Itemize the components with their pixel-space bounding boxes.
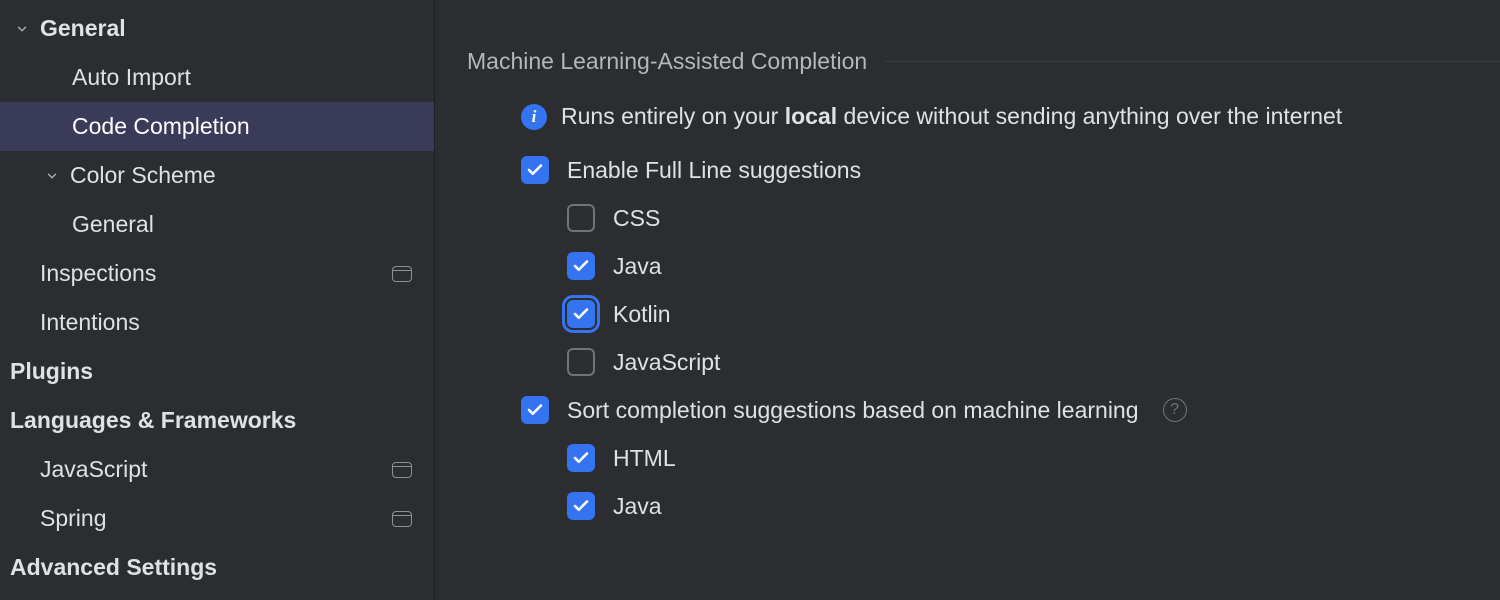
- sort-completion-row[interactable]: Sort completion suggestions based on mac…: [467, 396, 1500, 424]
- section-title: Machine Learning-Assisted Completion: [467, 48, 867, 75]
- sidebar-item-intentions[interactable]: Intentions: [0, 298, 434, 347]
- checkbox-css[interactable]: [567, 204, 595, 232]
- sidebar-item-code-completion[interactable]: Code Completion: [0, 102, 434, 151]
- checkbox-label: Kotlin: [613, 301, 671, 328]
- info-suffix: device without sending anything over the…: [837, 103, 1342, 129]
- settings-sidebar: General Auto Import Code Completion Color S…: [0, 0, 435, 600]
- sidebar-item-inspections[interactable]: Inspections: [0, 249, 434, 298]
- chevron-down-icon[interactable]: [10, 17, 34, 41]
- sidebar-item-label: Inspections: [40, 260, 156, 287]
- enable-full-line-row[interactable]: Enable Full Line suggestions: [467, 156, 1500, 184]
- sidebar-item-advanced-settings[interactable]: Advanced Settings: [0, 543, 434, 592]
- settings-content: Machine Learning-Assisted Completion i R…: [435, 0, 1500, 600]
- sidebar-item-label: General: [72, 211, 154, 238]
- info-prefix: Runs entirely on your: [561, 103, 785, 129]
- separate-window-icon[interactable]: [392, 462, 412, 478]
- info-row: i Runs entirely on your local device wit…: [467, 103, 1500, 130]
- checkbox-label: JavaScript: [613, 349, 720, 376]
- checkbox-label: Sort completion suggestions based on mac…: [567, 397, 1139, 424]
- separate-window-icon[interactable]: [392, 511, 412, 527]
- sidebar-item-auto-import[interactable]: Auto Import: [0, 53, 434, 102]
- sidebar-item-label: Languages & Frameworks: [10, 407, 296, 434]
- checkbox-java[interactable]: [567, 252, 595, 280]
- info-icon: i: [521, 104, 547, 130]
- checkbox-enable-full-line[interactable]: [521, 156, 549, 184]
- sidebar-item-label: Auto Import: [72, 64, 191, 91]
- checkbox-kotlin[interactable]: [567, 300, 595, 328]
- sidebar-item-plugins[interactable]: Plugins: [0, 347, 434, 396]
- checkbox-label: Java: [613, 253, 662, 280]
- sort-lang-row-html[interactable]: HTML: [467, 444, 1500, 472]
- sidebar-item-label: Plugins: [10, 358, 93, 385]
- sidebar-item-label: Spring: [40, 505, 106, 532]
- info-text: Runs entirely on your local device witho…: [561, 103, 1342, 130]
- help-icon[interactable]: ?: [1163, 398, 1187, 422]
- lang-row-javascript[interactable]: JavaScript: [467, 348, 1500, 376]
- sidebar-item-javascript[interactable]: JavaScript: [0, 445, 434, 494]
- sidebar-item-general[interactable]: General: [0, 4, 434, 53]
- checkbox-sort-completion[interactable]: [521, 396, 549, 424]
- section-header: Machine Learning-Assisted Completion: [467, 48, 1500, 75]
- separate-window-icon[interactable]: [392, 266, 412, 282]
- chevron-down-icon[interactable]: [40, 164, 64, 188]
- sidebar-item-label: Advanced Settings: [10, 554, 217, 581]
- lang-row-css[interactable]: CSS: [467, 204, 1500, 232]
- sidebar-item-label: JavaScript: [40, 456, 147, 483]
- info-bold: local: [785, 103, 837, 129]
- lang-row-kotlin[interactable]: Kotlin: [467, 300, 1500, 328]
- checkbox-sort-html[interactable]: [567, 444, 595, 472]
- sidebar-item-color-scheme[interactable]: Color Scheme: [0, 151, 434, 200]
- sidebar-item-languages-frameworks[interactable]: Languages & Frameworks: [0, 396, 434, 445]
- sidebar-item-label: Intentions: [40, 309, 140, 336]
- sidebar-item-label: Code Completion: [72, 113, 250, 140]
- checkbox-sort-java[interactable]: [567, 492, 595, 520]
- checkbox-javascript[interactable]: [567, 348, 595, 376]
- sidebar-item-label: Color Scheme: [70, 162, 216, 189]
- sidebar-item-label: General: [40, 15, 126, 42]
- checkbox-label: Enable Full Line suggestions: [567, 157, 861, 184]
- sidebar-item-spring[interactable]: Spring: [0, 494, 434, 543]
- sidebar-item-general[interactable]: General: [0, 200, 434, 249]
- checkbox-label: Java: [613, 493, 662, 520]
- sort-lang-row-java[interactable]: Java: [467, 492, 1500, 520]
- checkbox-label: HTML: [613, 445, 676, 472]
- lang-row-java[interactable]: Java: [467, 252, 1500, 280]
- checkbox-label: CSS: [613, 205, 660, 232]
- divider: [885, 61, 1500, 62]
